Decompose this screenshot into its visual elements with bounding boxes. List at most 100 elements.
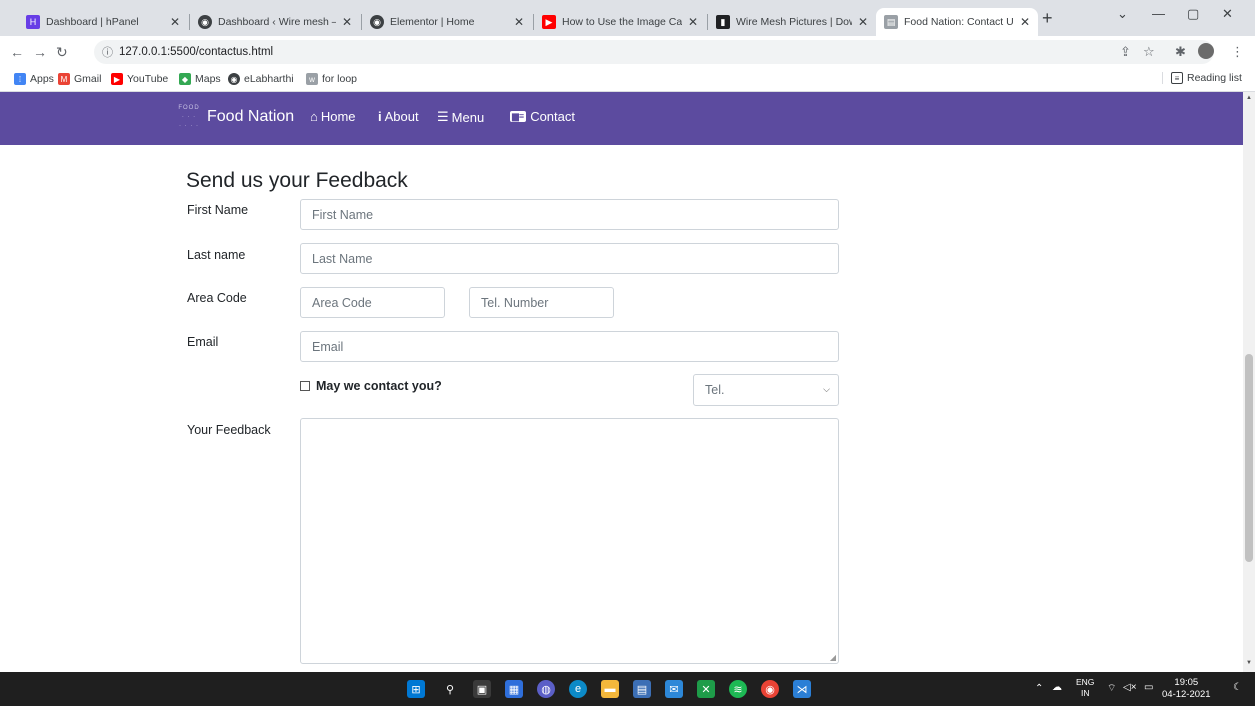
last-name-input[interactable]: Last Name <box>300 243 839 274</box>
xbox-icon[interactable]: ✕ <box>697 680 715 698</box>
edge-icon[interactable]: e <box>569 680 587 698</box>
scroll-up-icon[interactable]: ▲ <box>1246 95 1252 101</box>
close-icon[interactable]: ✕ <box>514 15 524 29</box>
bookmark-apps[interactable]: ⁞ Apps <box>14 73 54 85</box>
email-input[interactable]: Email <box>300 331 839 362</box>
contact-checkbox[interactable] <box>300 381 310 391</box>
last-name-label: Last name <box>187 248 246 262</box>
brand-link[interactable]: FOOD · · · · · · · Food Nation <box>175 104 294 130</box>
nav-contact[interactable]: ▆≡ Contact <box>510 109 575 124</box>
battery-icon[interactable]: ▭ <box>1144 682 1153 693</box>
url-input[interactable]: ⓘ 127.0.0.1:5500/contactus.html <box>94 40 1214 64</box>
avatar[interactable] <box>1198 43 1214 59</box>
bookmark-gmail[interactable]: M Gmail <box>58 73 101 85</box>
elementor-icon: ◉ <box>370 15 384 29</box>
bookmark-for-loop[interactable]: w for loop <box>306 73 357 85</box>
task-view-icon[interactable]: ▣ <box>473 680 491 698</box>
tab-unsplash[interactable]: ▮ Wire Mesh Pictures | Down ✕ <box>708 8 876 36</box>
tab-search-chevron-icon[interactable]: ⌄ <box>1117 6 1128 22</box>
chevron-down-icon: ⌵ <box>823 384 830 394</box>
tab-label: Dashboard ‹ Wire mesh — <box>218 16 336 28</box>
first-name-input[interactable]: First Name <box>300 199 839 230</box>
tab-elementor[interactable]: ◉ Elementor | Home ✕ <box>362 8 532 36</box>
minimize-icon[interactable]: — <box>1152 6 1165 21</box>
clock[interactable]: 19:05 04-12-2021 <box>1162 677 1211 701</box>
globe-icon: ◉ <box>228 73 240 85</box>
store-icon[interactable]: ▤ <box>633 680 651 698</box>
wifi-icon[interactable]: ⌔ <box>1107 682 1116 695</box>
tab-hpanel[interactable]: H Dashboard | hPanel ✕ <box>18 8 188 36</box>
close-icon[interactable]: ✕ <box>688 15 698 29</box>
feedback-label: Your Feedback <box>187 423 271 437</box>
browser-tab-strip: H Dashboard | hPanel ✕ ◉ Dashboard ‹ Wir… <box>0 0 1255 36</box>
area-code-input[interactable]: Area Code <box>300 287 445 318</box>
close-icon[interactable]: ✕ <box>170 15 180 29</box>
bookmarks-bar: ⁞ Apps M Gmail ▶ YouTube ◆ Maps ◉ eLabha… <box>0 68 1255 92</box>
mail-icon[interactable]: ✉ <box>665 680 683 698</box>
home-icon: ⌂ <box>310 109 318 124</box>
page-scrollbar[interactable]: ▲ ▼ <box>1243 92 1255 672</box>
info-icon[interactable]: ⓘ <box>102 44 113 60</box>
teams-chat-icon[interactable]: ◍ <box>537 680 555 698</box>
tab-label: Elementor | Home <box>390 16 475 28</box>
forward-arrow-icon[interactable]: → <box>33 44 47 60</box>
nav-about[interactable]: i About <box>378 109 419 124</box>
start-icon[interactable]: ⊞ <box>407 680 425 698</box>
tab-food-nation[interactable]: ▤ Food Nation: Contact Us ✕ <box>876 8 1038 36</box>
w3schools-icon: w <box>306 73 318 85</box>
feedback-textarea[interactable]: ◢ <box>300 418 839 664</box>
reload-icon[interactable]: ↻ <box>56 44 68 61</box>
menu-dots-icon[interactable]: ⋮ <box>1231 44 1244 60</box>
tab-label: Dashboard | hPanel <box>46 16 139 28</box>
widgets-icon[interactable]: ▦ <box>505 680 523 698</box>
contact-card-icon: ▆≡ <box>510 111 527 122</box>
bookmark-maps[interactable]: ◆ Maps <box>179 73 221 85</box>
share-icon[interactable]: ⇪ <box>1120 44 1131 60</box>
contact-method-select[interactable]: Tel. ⌵ <box>693 374 839 406</box>
scroll-down-icon[interactable]: ▼ <box>1246 660 1252 666</box>
window-close-icon[interactable]: ✕ <box>1222 6 1233 22</box>
contact-checkbox-row: May we contact you? <box>300 379 442 393</box>
site-navbar: FOOD · · · · · · · Food Nation ⌂ Home i Ab… <box>0 92 1243 145</box>
brand-name: Food Nation <box>207 108 295 125</box>
contact-checkbox-label[interactable]: May we contact you? <box>316 379 442 393</box>
maps-icon: ◆ <box>179 73 191 85</box>
chevron-up-icon[interactable]: ⌃ <box>1035 683 1043 694</box>
extensions-icon[interactable]: ✱ <box>1175 44 1186 60</box>
spotify-icon[interactable]: ≋ <box>729 680 747 698</box>
new-tab-button[interactable]: + <box>1042 8 1053 29</box>
youtube-icon: ▶ <box>111 73 123 85</box>
maximize-icon[interactable]: ▢ <box>1187 6 1199 22</box>
file-explorer-icon[interactable]: ▬ <box>601 680 619 698</box>
address-bar: ← → ↻ ⓘ 127.0.0.1:5500/contactus.html ⇪ … <box>0 36 1255 68</box>
reading-list-button[interactable]: ≡ Reading list <box>1162 72 1242 84</box>
chrome-icon[interactable]: ◉ <box>761 680 779 698</box>
volume-icon[interactable]: ◁× <box>1123 682 1137 693</box>
area-code-label: Area Code <box>187 291 247 305</box>
tel-number-input[interactable]: Tel. Number <box>469 287 614 318</box>
bookmark-youtube[interactable]: ▶ YouTube <box>111 73 168 85</box>
nav-home[interactable]: ⌂ Home <box>310 109 356 124</box>
resize-grip-icon[interactable]: ◢ <box>830 653 836 662</box>
vscode-icon[interactable]: ⋊ <box>793 680 811 698</box>
nav-menu[interactable]: ☰ Menu <box>437 109 484 125</box>
tab-label: How to Use the Image Caro <box>562 16 682 28</box>
windows-taskbar: ⊞ ⚲ ▣ ▦ ◍ e ▬ ▤ ✉ ✕ ≋ ◉ ⋊ ⌃ ☁ ENG IN ⌔ ◁… <box>0 672 1255 706</box>
search-icon[interactable]: ⚲ <box>441 680 459 698</box>
language-indicator[interactable]: ENG IN <box>1076 677 1094 699</box>
unsplash-icon: ▮ <box>716 15 730 29</box>
back-arrow-icon[interactable]: ← <box>10 44 24 60</box>
close-icon[interactable]: ✕ <box>858 15 868 29</box>
onedrive-icon[interactable]: ☁ <box>1052 682 1062 693</box>
hpanel-icon: H <box>26 15 40 29</box>
tab-wordpress[interactable]: ◉ Dashboard ‹ Wire mesh — ✕ <box>190 8 360 36</box>
tab-youtube[interactable]: ▶ How to Use the Image Caro ✕ <box>534 8 706 36</box>
gmail-icon: M <box>58 73 70 85</box>
youtube-icon: ▶ <box>542 15 556 29</box>
close-icon[interactable]: ✕ <box>1020 15 1030 29</box>
bookmark-star-icon[interactable]: ☆ <box>1143 44 1155 60</box>
scrollbar-thumb[interactable] <box>1245 354 1253 562</box>
close-icon[interactable]: ✕ <box>342 15 352 29</box>
notifications-icon[interactable]: ☾ <box>1233 682 1242 693</box>
bookmark-elabharthi[interactable]: ◉ eLabharthi <box>228 73 294 85</box>
